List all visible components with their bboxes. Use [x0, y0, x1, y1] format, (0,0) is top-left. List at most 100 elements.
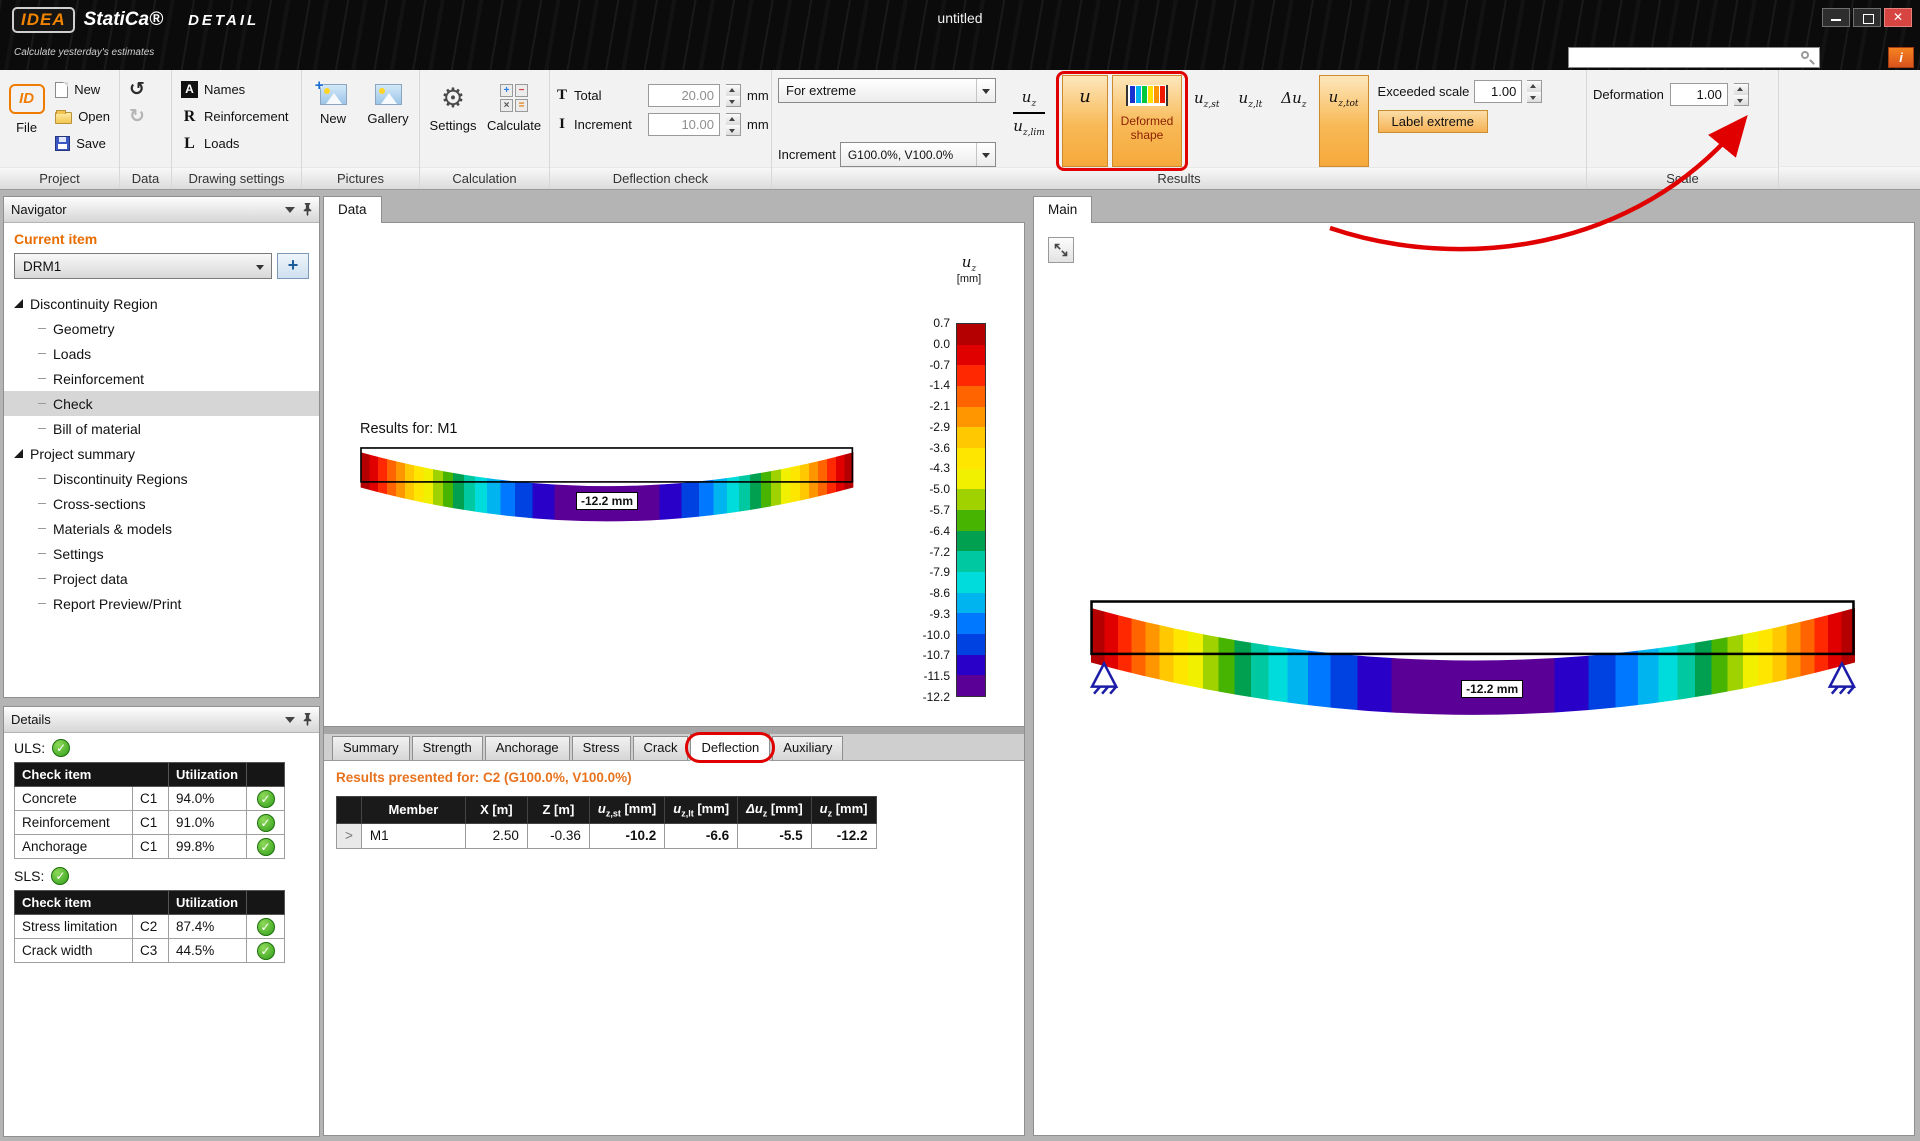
increment-select[interactable]: G100.0%, V100.0%	[840, 142, 996, 167]
legend-tick-label: -9.3	[929, 607, 950, 621]
legend-tick-label: -7.2	[929, 545, 950, 559]
current-item-select[interactable]: DRM1	[14, 253, 272, 279]
chevron-down-icon[interactable]	[251, 254, 271, 278]
uls-label: ULS:	[14, 740, 45, 756]
pin-icon[interactable]	[303, 713, 312, 726]
status-header	[247, 891, 285, 915]
gallery-button[interactable]: Gallery	[363, 75, 413, 167]
extreme-select[interactable]: For extreme	[778, 78, 996, 103]
undo-button[interactable]	[126, 77, 148, 102]
pin-icon[interactable]	[303, 203, 312, 216]
maximize-button[interactable]	[1853, 8, 1881, 27]
legend-tick-label: -2.9	[929, 420, 950, 434]
increment-spinner[interactable]	[726, 113, 741, 136]
legend-tick-label: -8.6	[929, 586, 950, 600]
increment-input[interactable]: 10.00	[648, 113, 720, 136]
uztot-button[interactable]: uz,tot	[1319, 75, 1369, 167]
tree-item-geometry[interactable]: Geometry	[4, 316, 319, 341]
utilization-header: Utilization	[169, 763, 247, 787]
file-button[interactable]: ID File	[6, 75, 47, 167]
results-column-header: Z [m]	[527, 797, 589, 824]
loads-toggle-button[interactable]: L Loads	[178, 131, 292, 156]
tree-item-settings[interactable]: Settings	[4, 541, 319, 566]
tree-item-discontinuity-regions[interactable]: Discontinuity Regions	[4, 466, 319, 491]
u-button-label: u	[1079, 86, 1091, 166]
file-button-label: File	[16, 120, 37, 135]
total-input[interactable]: 20.00	[648, 84, 720, 107]
tab-stress[interactable]: Stress	[572, 736, 631, 760]
tab-crack[interactable]: Crack	[633, 736, 689, 760]
open-label: Open	[78, 109, 110, 124]
picture-new-label: New	[320, 111, 346, 126]
legend-bar	[956, 323, 986, 697]
group-label-scale: Scale	[1587, 167, 1778, 189]
tree-item-check[interactable]: Check	[4, 391, 319, 416]
tree-item-cross-sections[interactable]: Cross-sections	[4, 491, 319, 516]
tree-item-bill-of-material[interactable]: Bill of material	[4, 416, 319, 441]
tree-item-project-summary[interactable]: Project summary	[4, 441, 319, 466]
total-spinner[interactable]	[726, 84, 741, 107]
tab-strength[interactable]: Strength	[412, 736, 483, 760]
info-button[interactable]: i	[1888, 47, 1914, 68]
search-icon[interactable]	[1800, 50, 1816, 66]
exceeded-scale-spinner[interactable]	[1527, 80, 1542, 103]
deformation-spinner[interactable]	[1734, 83, 1749, 106]
tree-item-reinforcement[interactable]: Reinforcement	[4, 366, 319, 391]
delta-uz-button[interactable]: Δuz	[1274, 75, 1313, 167]
fit-to-view-button[interactable]	[1048, 237, 1074, 263]
tree-item-loads[interactable]: Loads	[4, 341, 319, 366]
tab-data[interactable]: Data	[323, 196, 382, 223]
check-ok-icon: ✓	[257, 790, 275, 808]
tab-anchorage[interactable]: Anchorage	[485, 736, 570, 760]
row-expander[interactable]: >	[337, 823, 362, 848]
tab-summary[interactable]: Summary	[332, 736, 410, 760]
results-column-header: X [m]	[465, 797, 527, 824]
close-button[interactable]	[1884, 8, 1912, 27]
settings-button[interactable]: Settings	[426, 75, 480, 167]
names-toggle-button[interactable]: A Names	[178, 77, 292, 102]
deformation-input[interactable]: 1.00	[1670, 83, 1728, 106]
current-item-label: Current item	[14, 231, 319, 247]
tab-main[interactable]: Main	[1033, 196, 1092, 223]
u-deflection-button[interactable]: u	[1062, 75, 1108, 167]
label-extreme-button[interactable]: Label extreme	[1378, 110, 1488, 133]
tab-deflection[interactable]: Deflection	[690, 734, 770, 761]
uls-table-body: ConcreteC194.0%✓ReinforcementC191.0%✓Anc…	[15, 787, 285, 859]
status-header	[247, 763, 285, 787]
open-project-button[interactable]: Open	[52, 104, 113, 129]
picture-new-button[interactable]: + New	[308, 75, 358, 167]
chevron-down-icon[interactable]	[285, 717, 295, 728]
reinforcement-toggle-button[interactable]: R Reinforcement	[178, 104, 292, 129]
tree-connector	[38, 503, 46, 504]
deformed-shape-button[interactable]: Deformed shape	[1112, 75, 1182, 167]
chevron-down-icon[interactable]	[976, 143, 995, 166]
extreme-select-value: For extreme	[786, 83, 856, 98]
search-box[interactable]	[1568, 47, 1820, 68]
minimize-button[interactable]	[1822, 8, 1850, 27]
new-project-button[interactable]: New	[52, 77, 113, 102]
tree-item-materials-models[interactable]: Materials & models	[4, 516, 319, 541]
details-panel: Details ULS: ✓ Check item Utilization Co…	[3, 706, 320, 1137]
settings-label: Settings	[430, 118, 477, 133]
legend-cell	[957, 365, 985, 386]
chevron-down-icon[interactable]	[285, 207, 295, 218]
uzst-button[interactable]: uz,st	[1187, 75, 1227, 167]
uzlt-button[interactable]: uz,lt	[1232, 75, 1270, 167]
add-item-button[interactable]: +	[277, 253, 309, 279]
exceeded-scale-input[interactable]: 1.00	[1474, 80, 1522, 103]
tree-item-report-preview-print[interactable]: Report Preview/Print	[4, 591, 319, 616]
results-row: >M12.50-0.36-10.2-6.6-5.5-12.2	[337, 823, 877, 848]
uz-over-uzlim-button[interactable]: uz uz,lim	[1001, 75, 1057, 167]
search-input[interactable]	[1569, 49, 1800, 66]
ribbon-group-scale: Deformation 1.00 Scale	[1587, 70, 1779, 189]
new-file-icon	[55, 82, 68, 98]
tab-auxiliary[interactable]: Auxiliary	[772, 736, 843, 760]
calculate-button[interactable]: +−×= Calculate	[485, 75, 543, 167]
tree-item-project-data[interactable]: Project data	[4, 566, 319, 591]
save-project-button[interactable]: Save	[52, 131, 113, 156]
legend-cell	[957, 427, 985, 448]
chevron-down-icon[interactable]	[976, 79, 995, 102]
sls-table-body: Stress limitationC287.4%✓Crack widthC344…	[15, 915, 285, 963]
tree-item-discontinuity-region[interactable]: Discontinuity Region	[4, 291, 319, 316]
redo-button[interactable]	[126, 104, 148, 129]
